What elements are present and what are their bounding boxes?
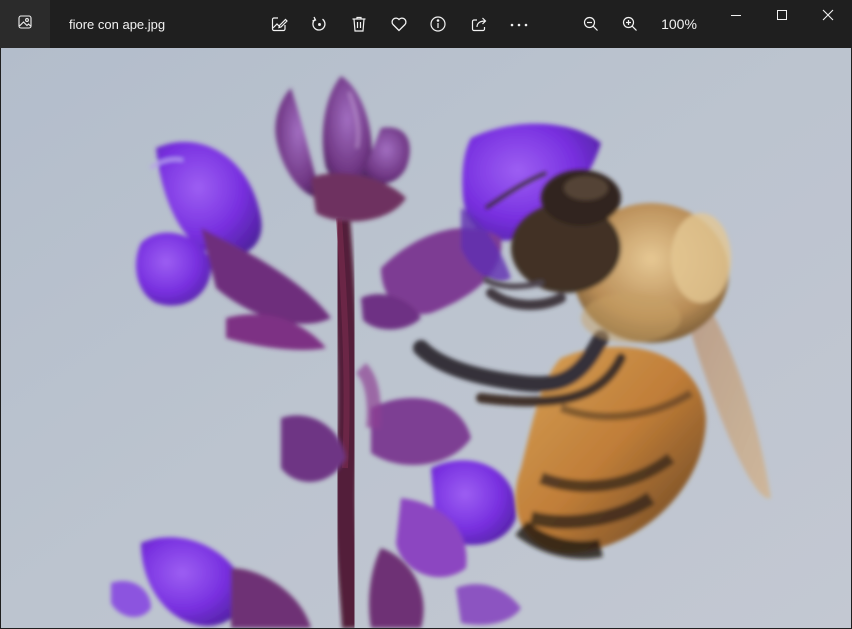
rotate-button[interactable] bbox=[303, 8, 335, 40]
minimize-button[interactable] bbox=[713, 0, 759, 34]
app-menu-button[interactable] bbox=[0, 0, 50, 48]
edit-image-button[interactable] bbox=[263, 8, 295, 40]
rotate-icon bbox=[310, 15, 328, 33]
zoom-out-button[interactable] bbox=[575, 8, 607, 40]
photos-app-window: fiore con ape.jpg 100% bbox=[0, 0, 852, 629]
heart-icon bbox=[390, 15, 408, 33]
maximize-icon bbox=[776, 8, 788, 26]
info-icon bbox=[429, 15, 447, 33]
title-bar: fiore con ape.jpg 100% bbox=[0, 0, 852, 48]
photos-app-icon bbox=[17, 14, 33, 35]
maximize-button[interactable] bbox=[759, 0, 805, 34]
close-button[interactable] bbox=[805, 0, 851, 34]
more-icon bbox=[509, 15, 529, 33]
zoom-out-icon bbox=[582, 15, 600, 33]
zoom-in-button[interactable] bbox=[614, 8, 646, 40]
bee-on-flower-photo bbox=[1, 48, 851, 628]
edit-image-icon bbox=[270, 15, 288, 33]
zoom-level-readout[interactable]: 100% bbox=[655, 16, 703, 32]
minimize-icon bbox=[730, 8, 742, 26]
file-name-label: fiore con ape.jpg bbox=[69, 17, 166, 32]
info-button[interactable] bbox=[422, 8, 454, 40]
share-icon bbox=[470, 15, 488, 33]
share-button[interactable] bbox=[463, 8, 495, 40]
image-viewer[interactable] bbox=[1, 48, 851, 628]
trash-icon bbox=[350, 15, 368, 33]
favorite-button[interactable] bbox=[383, 8, 415, 40]
zoom-in-icon bbox=[621, 15, 639, 33]
more-button[interactable] bbox=[503, 8, 535, 40]
delete-button[interactable] bbox=[343, 8, 375, 40]
close-icon bbox=[822, 8, 834, 26]
